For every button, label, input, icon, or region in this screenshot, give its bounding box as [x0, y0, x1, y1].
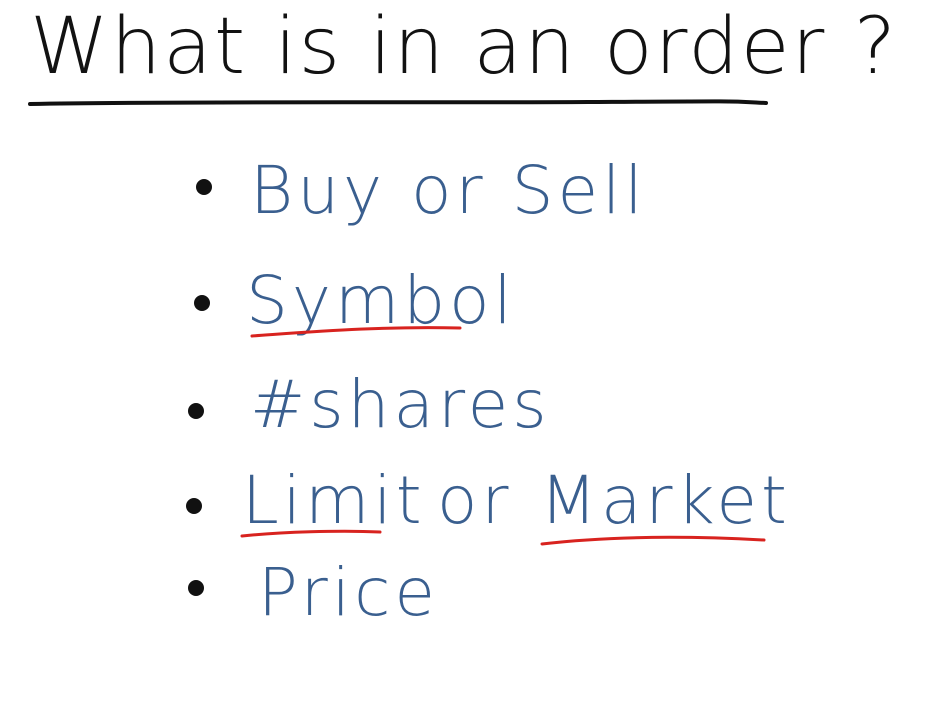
list-item-shares: #shares: [250, 366, 551, 443]
list-item-buy-or-sell: Buy or Sell: [250, 152, 647, 229]
bullet-dot: [186, 498, 202, 514]
whiteboard-slide: What is in an order ? Buy or Sell Symbol…: [0, 0, 935, 712]
list-item-market: Market: [540, 462, 791, 539]
title-underline: [28, 99, 768, 106]
slide-title: What is in an order ?: [30, 2, 898, 92]
bullet-dot: [194, 295, 210, 311]
list-item-or-connector: or: [437, 462, 513, 539]
bullet-dot: [188, 580, 204, 596]
bullet-dot: [196, 179, 212, 195]
bullet-dot: [188, 403, 204, 419]
list-item-price: Price: [258, 554, 440, 631]
limit-underline: [240, 529, 382, 538]
symbol-underline: [250, 326, 462, 338]
market-underline: [540, 535, 766, 546]
